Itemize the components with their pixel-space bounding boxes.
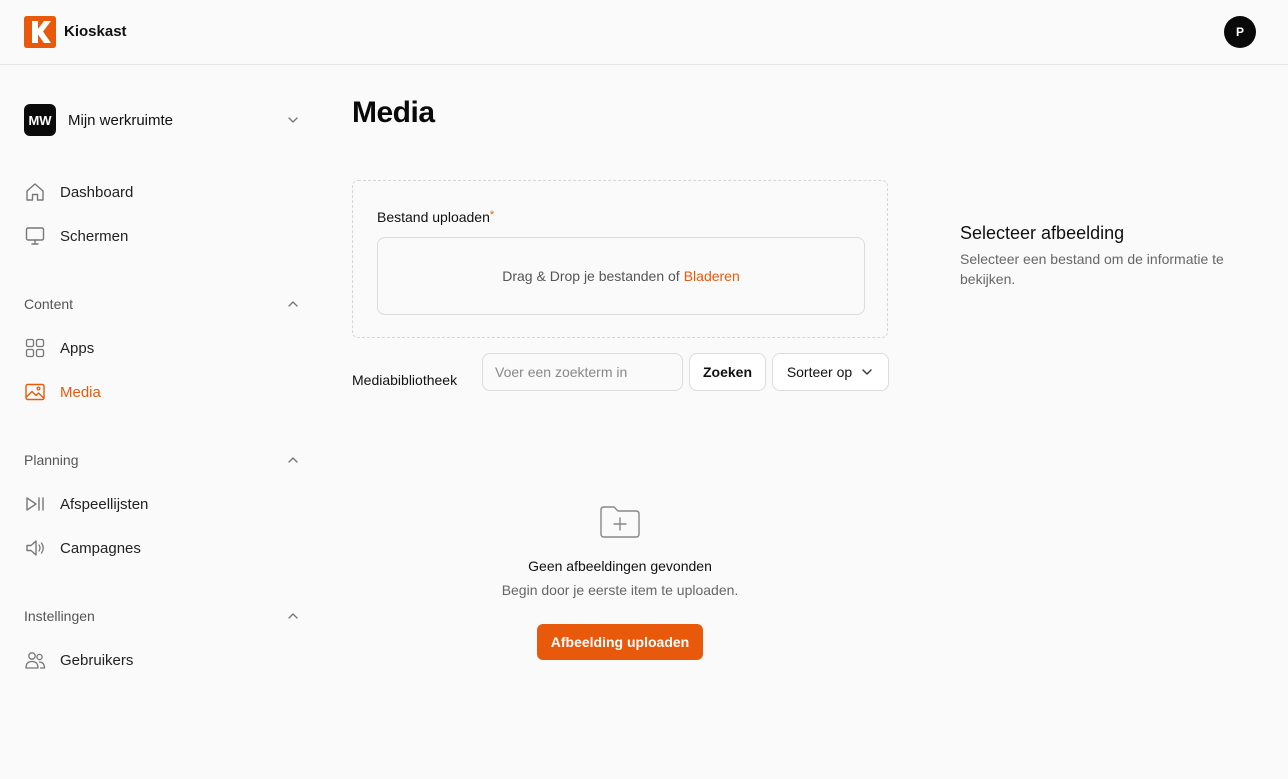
required-mark: * — [489, 209, 495, 221]
workspace-switcher[interactable]: MW Mijn werkruimte — [24, 104, 300, 136]
sidebar-item-label: Dashboard — [60, 183, 134, 201]
browse-link[interactable]: Bladeren — [684, 268, 740, 284]
section-title: Instellingen — [24, 608, 95, 624]
sidebar-item-label: Gebruikers — [60, 651, 134, 669]
page-title: Media — [352, 96, 435, 129]
file-dropzone[interactable]: Drag & Drop je bestanden of Bladeren — [377, 237, 865, 315]
chevron-down-icon — [862, 369, 872, 375]
section-title: Planning — [24, 452, 79, 468]
users-icon — [24, 649, 46, 671]
sidebar-item-label: Media — [60, 383, 101, 401]
sidebar-item-label: Schermen — [60, 227, 129, 245]
details-subtitle: Selecteer een bestand om de informatie t… — [960, 251, 1224, 287]
sidebar-item-schermen[interactable]: Schermen — [24, 220, 300, 252]
empty-state-title: Geen afbeeldingen gevonden — [528, 558, 712, 574]
chevron-down-icon — [288, 117, 298, 123]
sidebar-item-apps[interactable]: Apps — [24, 332, 300, 364]
folder-plus-icon — [600, 506, 640, 538]
sidebar-item-media[interactable]: Media — [24, 376, 300, 408]
home-icon — [24, 181, 46, 203]
section-header-content[interactable]: Content — [24, 292, 300, 316]
workspace-badge: MW — [24, 104, 56, 136]
speaker-icon — [24, 537, 46, 559]
sort-dropdown[interactable]: Sorteer op — [772, 353, 889, 391]
section-title: Content — [24, 296, 74, 312]
top-bar: Kioskast P — [0, 0, 1288, 65]
search-input[interactable] — [482, 353, 683, 391]
empty-state-subtitle: Begin door je eerste item te uploaden. — [501, 582, 739, 598]
app-name: Kioskast — [64, 23, 127, 40]
grid-icon — [24, 337, 46, 359]
library-label: Mediabibliotheek — [352, 372, 458, 388]
dropzone-text: Drag & Drop je bestanden of — [502, 268, 680, 284]
play-pause-icon — [24, 493, 46, 515]
empty-state: Geen afbeeldingen gevonden Begin door je… — [352, 504, 888, 598]
chevron-up-icon — [288, 613, 298, 619]
logo[interactable] — [24, 16, 56, 48]
chevron-up-icon — [288, 301, 298, 307]
k-logo-icon — [24, 16, 56, 48]
sidebar-item-gebruikers[interactable]: Gebruikers — [24, 644, 300, 676]
sidebar-item-afspeellijsten[interactable]: Afspeellijsten — [24, 488, 300, 520]
sidebar-item-campagnes[interactable]: Campagnes — [24, 532, 300, 564]
sidebar-item-label: Afspeellijsten — [60, 495, 149, 513]
user-avatar[interactable]: P — [1224, 16, 1256, 48]
image-icon — [24, 381, 46, 403]
section-header-instellingen[interactable]: Instellingen — [24, 604, 300, 628]
upload-card: Bestand uploaden* Drag & Drop je bestand… — [352, 180, 888, 338]
search-button[interactable]: Zoeken — [689, 353, 766, 391]
chevron-up-icon — [288, 457, 298, 463]
sidebar-item-label: Apps — [60, 339, 95, 357]
sidebar-item-label: Campagnes — [60, 539, 141, 557]
upload-image-button[interactable]: Afbeelding uploaden — [537, 624, 703, 660]
details-title: Selecteer afbeelding — [960, 223, 1125, 243]
sort-label: Sorteer op — [786, 364, 853, 380]
section-header-planning[interactable]: Planning — [24, 448, 300, 472]
monitor-icon — [24, 225, 46, 247]
sidebar-item-dashboard[interactable]: Dashboard — [24, 176, 300, 208]
upload-label: Bestand uploaden* — [377, 209, 495, 225]
workspace-name: Mijn werkruimte — [68, 111, 174, 129]
